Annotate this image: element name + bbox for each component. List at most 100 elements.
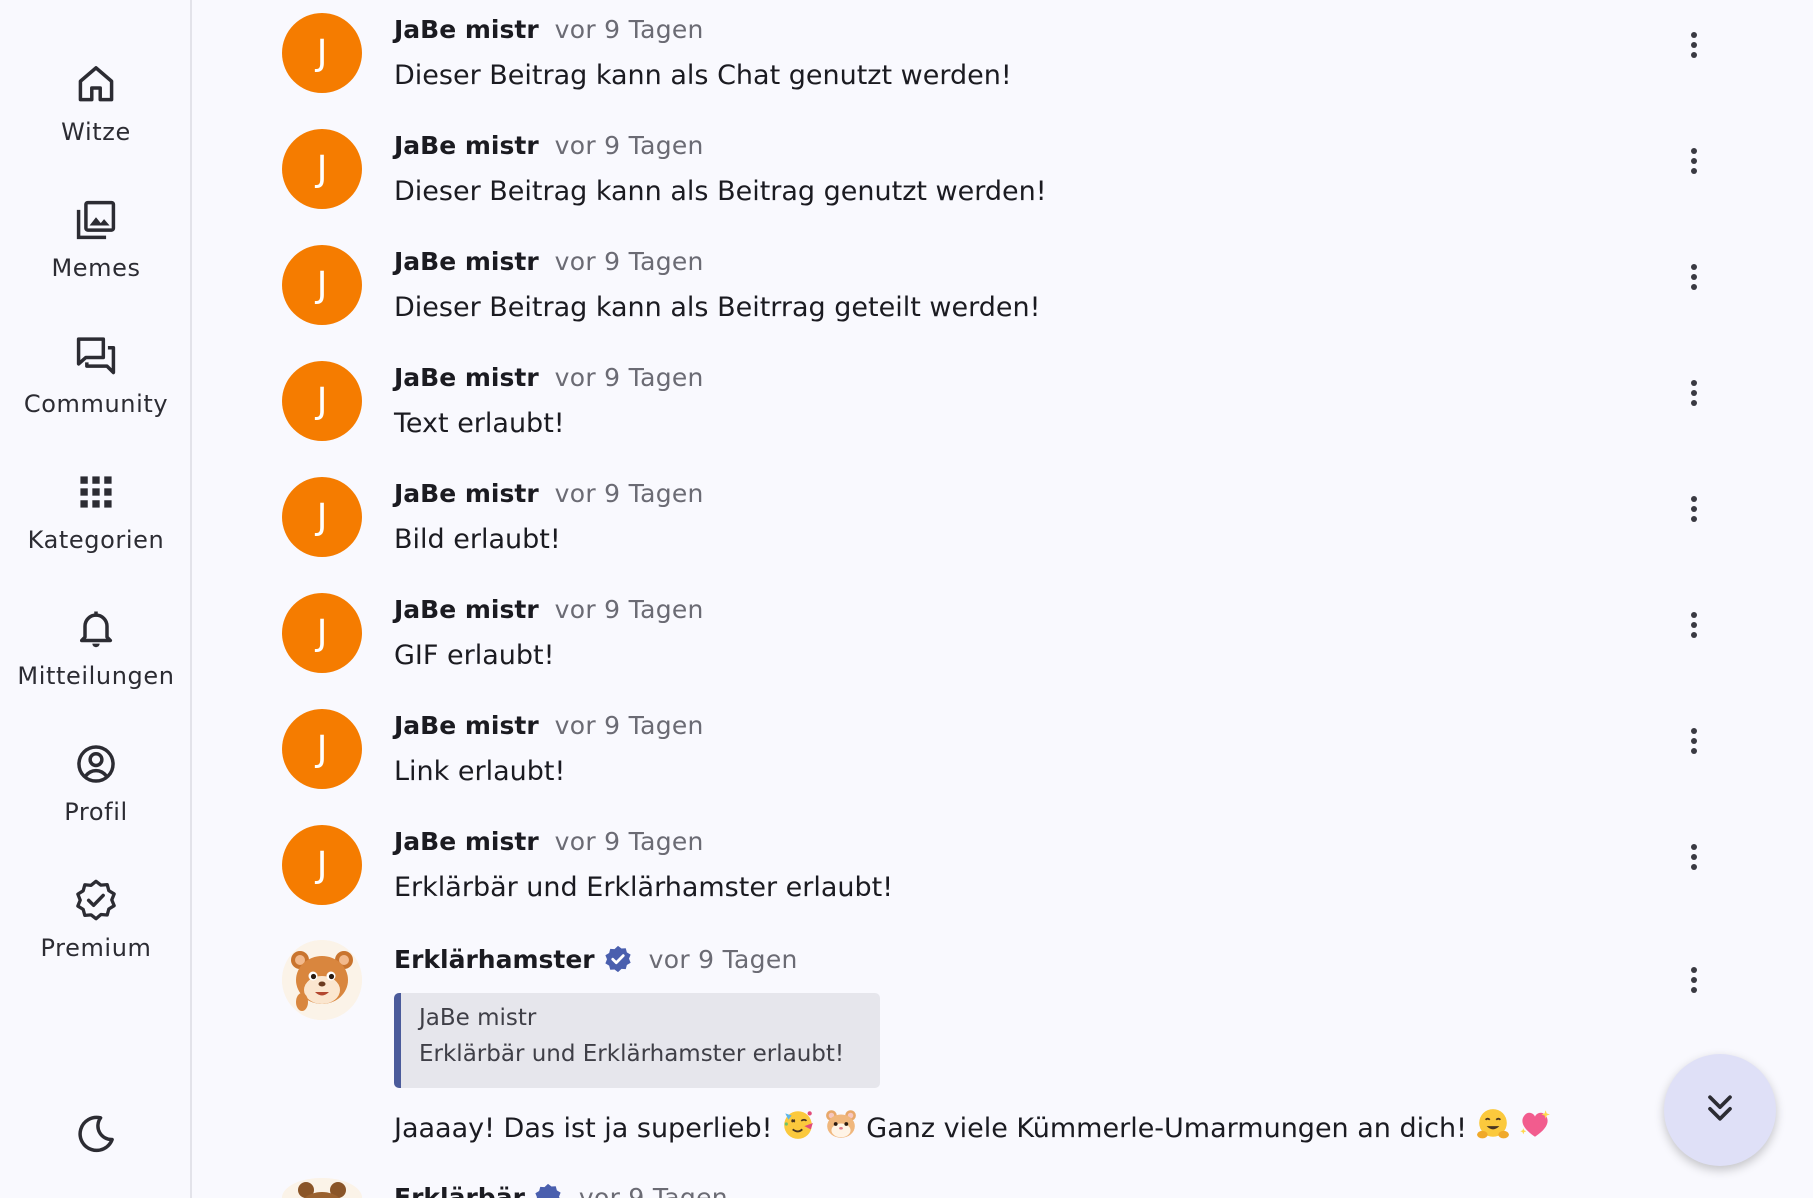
post-author[interactable]: Erklärbär [394,1183,525,1198]
sparkling-heart-emoji [1518,1107,1552,1148]
theme-toggle-button[interactable] [72,1112,120,1160]
sidebar-item-community[interactable]: Community [0,334,192,454]
avatar-initial: J [316,612,328,654]
post-header: JaBe mistr vor 9 Tagen [394,708,704,742]
scroll-to-bottom-button[interactable] [1664,1054,1776,1166]
post-timestamp: vor 9 Tagen [554,594,704,624]
avatar[interactable]: J [282,129,362,209]
bell-icon [74,606,118,650]
quoted-message[interactable]: JaBe mistr Erklärbär und Erklärhamster e… [394,993,880,1088]
post-header: JaBe mistr vor 9 Tagen [394,824,704,858]
post-author[interactable]: Erklärhamster [394,945,595,974]
post-timestamp: vor 9 Tagen [554,826,704,856]
post-text: GIF erlaubt! [394,640,555,671]
avatar[interactable]: J [282,477,362,557]
avatar-initial: J [316,844,328,886]
post-timestamp: vor 9 Tagen [554,246,704,276]
post-item: J JaBe mistr vor 9 Tagen Erklärbär und Erkl… [194,812,1813,928]
post-feed: Erklärhamster vor 9 Tagen JaBe mistr Erk… [194,0,1813,1198]
post-more-options-button[interactable] [1674,960,1714,1000]
post-more-options-button[interactable] [1674,257,1714,297]
partial-post: Erklärbär vor 9 Tagen [194,1178,1813,1198]
sidebar-item-label: Premium [40,934,152,962]
reply-text: Jaaaay! Das ist ja superlieb! Ganz viele… [394,1107,1552,1148]
post-timestamp: vor 9 Tagen [554,710,704,740]
post-author[interactable]: JaBe mistr [394,363,539,392]
avatar[interactable]: J [282,13,362,93]
sidebar-item-kategorien[interactable]: Kategorien [0,470,192,590]
avatar[interactable]: J [282,245,362,325]
sidebar-item-label: Mitteilungen [17,662,175,690]
post-more-options-button[interactable] [1674,605,1714,645]
app-root: Witze Memes Community Kategorien Mitteil… [0,0,1813,1198]
avatar-initial: J [316,148,328,190]
quoted-text: Erklärbär und Erklärhamster erlaubt! [419,1041,845,1067]
post-author[interactable]: JaBe mistr [394,247,539,276]
avatar-initial: J [316,264,328,306]
home-icon [74,62,118,106]
account-circle-icon [74,742,118,786]
post-item: J JaBe mistr vor 9 Tagen Bild erlaubt! [194,464,1813,580]
double-chevron-down-icon [1700,1088,1740,1133]
verified-badge-icon [533,1182,563,1198]
post-item: J JaBe mistr vor 9 Tagen Text erlaubt! [194,348,1813,464]
post-author[interactable]: JaBe mistr [394,15,539,44]
post-text: Dieser Beitrag kann als Beitrag genutzt … [394,176,1047,207]
post-more-options-button[interactable] [1674,25,1714,65]
post-text: Bild erlaubt! [394,524,561,555]
apps-grid-icon [74,470,118,514]
avatar-initial: J [316,32,328,74]
post-timestamp: vor 9 Tagen [648,944,798,974]
reply-text-part1: Jaaaay! Das ist ja superlieb! [394,1113,773,1144]
post-text: Link erlaubt! [394,756,566,787]
verified-badge-icon [603,944,633,974]
post-timestamp: vor 9 Tagen [578,1182,728,1198]
post-author[interactable]: JaBe mistr [394,827,539,856]
avatar-initial: J [316,728,328,770]
post-item: J JaBe mistr vor 9 Tagen GIF erlaubt! [194,580,1813,696]
reply-text-part2: Ganz viele Kümmerle-Umarmungen an dich! [866,1113,1467,1144]
post-timestamp: vor 9 Tagen [554,130,704,160]
sidebar-item-label: Community [23,390,169,418]
sidebar-item-witze[interactable]: Witze [0,62,192,182]
sidebar-item-label: Memes [51,254,141,282]
avatar[interactable]: J [282,825,362,905]
post-timestamp: vor 9 Tagen [554,14,704,44]
post-more-options-button[interactable] [1674,373,1714,413]
post-item: J JaBe mistr vor 9 Tagen Link erlaubt! [194,696,1813,812]
post-item: J JaBe mistr vor 9 Tagen Dieser Beitrag kan… [194,232,1813,348]
sidebar-item-mitteilungen[interactable]: Mitteilungen [0,606,192,726]
post-header: JaBe mistr vor 9 Tagen [394,128,704,162]
sidebar-item-premium[interactable]: Premium [0,878,192,998]
moon-icon [74,1112,118,1161]
avatar-initial: J [316,496,328,538]
post-more-options-button[interactable] [1674,141,1714,181]
sidebar-item-label: Kategorien [27,526,165,554]
post-author[interactable]: JaBe mistr [394,711,539,740]
post-author[interactable]: JaBe mistr [394,131,539,160]
sidebar-nav: Witze Memes Community Kategorien Mitteil… [0,0,192,1198]
avatar[interactable]: J [282,361,362,441]
post-header: JaBe mistr vor 9 Tagen [394,244,704,278]
post-header: JaBe mistr vor 9 Tagen [394,476,704,510]
hamster-face-emoji [824,1107,858,1148]
post-more-options-button[interactable] [1674,489,1714,529]
sidebar-item-profil[interactable]: Profil [0,742,192,862]
post-more-options-button[interactable] [1674,721,1714,761]
post-header: JaBe mistr vor 9 Tagen [394,360,704,394]
post-timestamp: vor 9 Tagen [554,478,704,508]
post-more-options-button[interactable] [1674,837,1714,877]
hamster-avatar[interactable] [282,940,362,1020]
partying-face-emoji [781,1107,815,1148]
post-timestamp: vor 9 Tagen [554,362,704,392]
post-text: Text erlaubt! [394,408,565,439]
avatar[interactable]: J [282,709,362,789]
post-author[interactable]: JaBe mistr [394,479,539,508]
post-text: Erklärbär und Erklärhamster erlaubt! [394,872,894,903]
hugging-face-emoji [1476,1107,1510,1148]
post-author[interactable]: JaBe mistr [394,595,539,624]
sidebar-item-memes[interactable]: Memes [0,198,192,318]
post-header: JaBe mistr vor 9 Tagen [394,592,704,626]
bear-avatar[interactable] [282,1178,362,1198]
avatar[interactable]: J [282,593,362,673]
